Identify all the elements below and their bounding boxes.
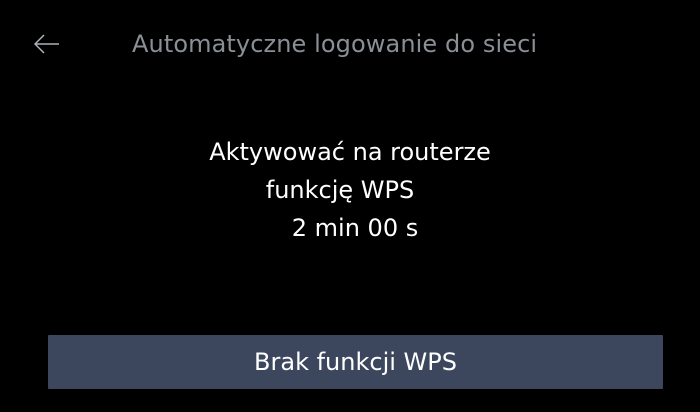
instruction-line-1: Aktywować na routerze	[209, 138, 491, 166]
back-button[interactable]	[24, 24, 72, 68]
instruction-line-2: funkcję WPS	[265, 176, 415, 204]
arrow-left-icon	[34, 34, 59, 54]
no-wps-button[interactable]: Brak funkcji WPS	[48, 335, 663, 389]
countdown-timer: 2 min 00 s	[291, 214, 419, 242]
header-bar: Automatyczne logowanie do sieci	[0, 0, 700, 90]
page-title: Automatyczne logowanie do sieci	[132, 30, 538, 58]
wps-instruction-message: Aktywować na routerze funkcję WPS 2 min …	[0, 133, 700, 247]
wps-setup-screen: Automatyczne logowanie do sieci Aktywowa…	[0, 0, 700, 412]
